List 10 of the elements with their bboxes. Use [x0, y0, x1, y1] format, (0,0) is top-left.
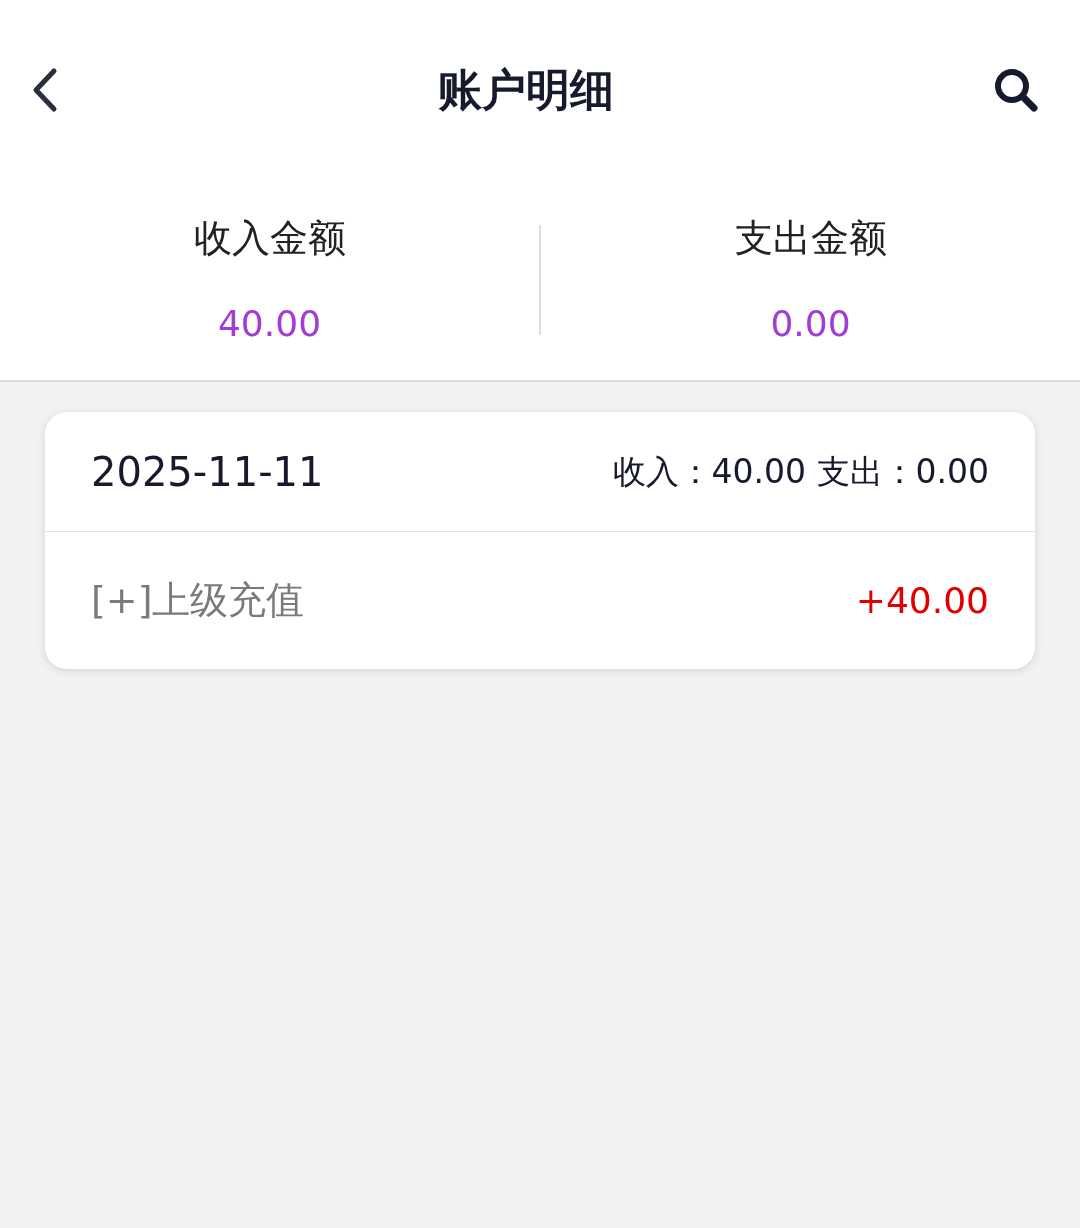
- summary-label: 收入金额: [193, 214, 346, 262]
- daily-totals: 收入：40.00 支出：0.00: [612, 450, 989, 493]
- summary-amount: 40.00: [217, 301, 322, 346]
- summary-amount: 0.00: [770, 301, 851, 346]
- summary-label: 支出金额: [734, 214, 887, 262]
- entry-label: [+]上级充值: [91, 577, 305, 624]
- page-title: 账户明细: [438, 63, 614, 117]
- entry-amount: +40.00: [855, 578, 989, 623]
- search-button[interactable]: [992, 66, 1040, 114]
- date-text: 2025-11-11: [91, 447, 324, 497]
